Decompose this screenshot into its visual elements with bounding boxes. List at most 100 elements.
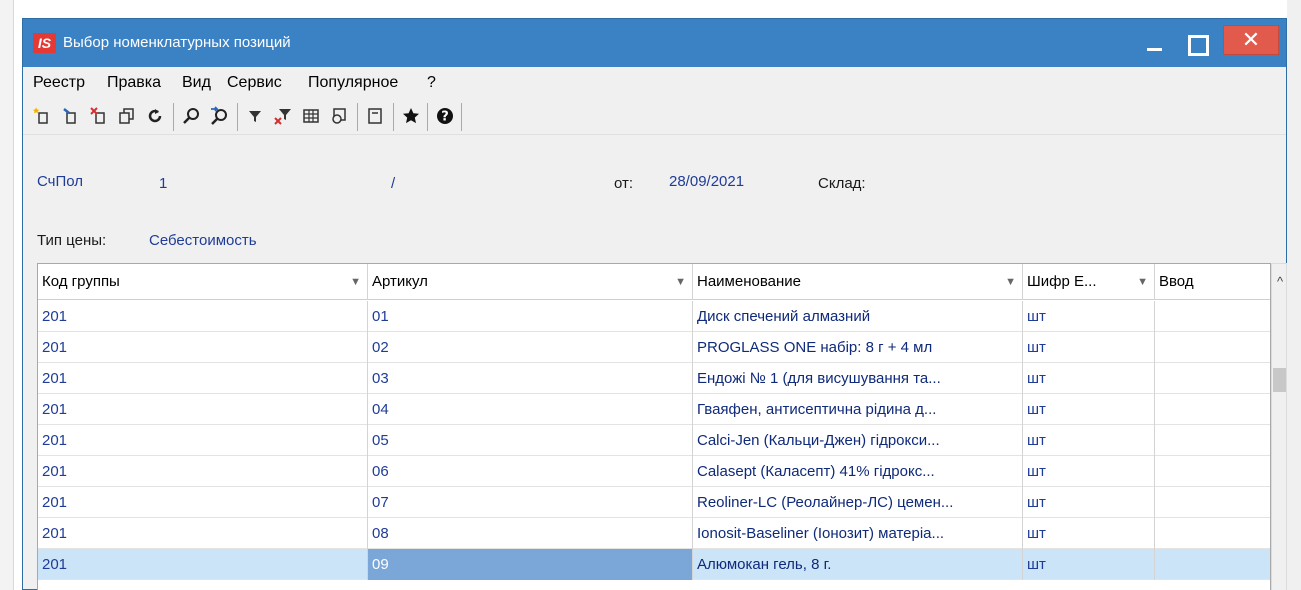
toolbar-separator	[237, 103, 238, 131]
scroll-up-icon[interactable]: ^	[1272, 264, 1288, 300]
cell-article: 06	[368, 456, 693, 487]
desktop-right	[1287, 0, 1301, 590]
column-group-code[interactable]: Код группы ▼	[38, 264, 368, 300]
window-title: Выбор номенклатурных позиций	[63, 34, 291, 51]
cell-input	[1155, 394, 1270, 425]
cell-name: PROGLASS ONE набір: 8 г + 4 мл	[693, 332, 1023, 363]
column-header-label: Наименование	[697, 273, 801, 290]
table-header: Код группы ▼ Артикул ▼ Наименование ▼ Шифр …	[38, 264, 1270, 300]
menu-popular[interactable]: Популярное	[308, 73, 398, 93]
filter-icon[interactable]	[243, 103, 267, 129]
cell-unit: шт	[1023, 487, 1155, 518]
table-row[interactable]: 201 02 PROGLASS ONE набір: 8 г + 4 мл шт	[38, 332, 1270, 363]
cell-name: Диск спечений алмазний	[693, 301, 1023, 332]
new-icon[interactable]	[31, 103, 55, 129]
cell-input	[1155, 363, 1270, 394]
doc-type-label: СчПол	[37, 173, 84, 190]
column-input[interactable]: Ввод	[1155, 264, 1270, 300]
cell-group-code: 201	[38, 518, 368, 549]
edit-icon[interactable]	[59, 103, 83, 129]
column-name[interactable]: Наименование ▼	[693, 264, 1023, 300]
app-logo-icon: IS	[33, 33, 56, 53]
cell-unit: шт	[1023, 363, 1155, 394]
cell-name: Ендожі № 1 (для висушування та...	[693, 363, 1023, 394]
cell-input	[1155, 425, 1270, 456]
cell-input	[1155, 301, 1270, 332]
warehouse-label: Склад:	[818, 175, 866, 192]
cell-unit: шт	[1023, 518, 1155, 549]
cell-name: Гваяфен, антисептична рідина д...	[693, 394, 1023, 425]
refresh-icon[interactable]	[143, 103, 167, 129]
column-article[interactable]: Артикул ▼	[368, 264, 693, 300]
cell-group-code: 201	[38, 549, 368, 580]
title-bar[interactable]: IS Выбор номенклатурных позиций ✕	[23, 19, 1286, 67]
cell-name: Ionosit-Baseliner (Іонозит) матеріа...	[693, 518, 1023, 549]
cell-article: 01	[368, 301, 693, 332]
cell-article: 08	[368, 518, 693, 549]
table-row[interactable]: 201 03 Ендожі № 1 (для висушування та...…	[38, 363, 1270, 394]
scrollbar-thumb[interactable]	[1273, 368, 1286, 392]
find-icon[interactable]	[179, 103, 203, 129]
toolbar: ?	[23, 99, 1286, 135]
cell-unit: шт	[1023, 456, 1155, 487]
cell-input	[1155, 487, 1270, 518]
cell-input	[1155, 549, 1270, 580]
menu-edit[interactable]: Правка	[107, 73, 161, 93]
table-row[interactable]: 201 08 Ionosit-Baseliner (Іонозит) матер…	[38, 518, 1270, 549]
table-row[interactable]: 201 05 Calci-Jen (Кальци-Джен) гідрокси.…	[38, 425, 1270, 456]
close-button[interactable]: ✕	[1223, 25, 1279, 55]
table-row[interactable]: 201 06 Calasept (Каласепт) 41% гідрокс..…	[38, 456, 1270, 487]
cell-unit: шт	[1023, 394, 1155, 425]
cell-name: Calci-Jen (Кальци-Джен) гідрокси...	[693, 425, 1023, 456]
cell-article: 05	[368, 425, 693, 456]
sort-arrow-icon[interactable]: ▼	[350, 264, 361, 300]
cell-unit: шт	[1023, 425, 1155, 456]
cell-article: 03	[368, 363, 693, 394]
menu-view[interactable]: Вид	[182, 73, 211, 93]
sort-arrow-icon[interactable]: ▼	[675, 264, 686, 300]
favorite-icon[interactable]	[399, 103, 423, 129]
maximize-button[interactable]	[1178, 27, 1214, 59]
minimize-button[interactable]	[1137, 27, 1173, 59]
menu-service[interactable]: Сервис	[227, 73, 282, 93]
toolbar-separator	[173, 103, 174, 131]
find-next-icon[interactable]	[207, 103, 231, 129]
table-row[interactable]: 201 01 Диск спечений алмазний шт	[38, 301, 1270, 332]
items-table: Код группы ▼ Артикул ▼ Наименование ▼ Шифр …	[37, 263, 1271, 590]
copy-icon[interactable]	[115, 103, 139, 129]
vertical-scrollbar[interactable]: ^	[1271, 263, 1287, 590]
price-type-label: Тип цены:	[37, 232, 107, 249]
menu-help[interactable]: ?	[427, 73, 436, 93]
menu-registry[interactable]: Реестр	[33, 73, 85, 93]
table-row[interactable]: 201 04 Гваяфен, антисептична рідина д...…	[38, 394, 1270, 425]
table-icon[interactable]	[299, 103, 323, 129]
cell-name: Reoliner-LC (Реолайнер-ЛС) цемен...	[693, 487, 1023, 518]
svg-text:?: ?	[441, 110, 449, 125]
dialog-window: IS Выбор номенклатурных позиций ✕ Реестр…	[22, 18, 1287, 590]
price-type-value: Себестоимость	[149, 232, 257, 249]
cell-name: Алюмокан гель, 8 г.	[693, 549, 1023, 580]
help-icon[interactable]: ?	[433, 103, 457, 129]
cell-unit: шт	[1023, 332, 1155, 363]
desktop-top	[0, 0, 1301, 18]
doc-date: 28/09/2021	[669, 173, 745, 190]
delete-icon[interactable]	[87, 103, 111, 129]
cell-group-code: 201	[38, 301, 368, 332]
cell-article-focused[interactable]: 09	[368, 549, 693, 580]
clear-filter-icon[interactable]	[271, 103, 295, 129]
cell-unit: шт	[1023, 549, 1155, 580]
table-row[interactable]: 201 07 Reoliner-LC (Реолайнер-ЛС) цемен.…	[38, 487, 1270, 518]
sort-arrow-icon[interactable]: ▼	[1137, 264, 1148, 300]
view-icon[interactable]	[327, 103, 351, 129]
cell-article: 04	[368, 394, 693, 425]
cell-group-code: 201	[38, 456, 368, 487]
column-unit[interactable]: Шифр Е... ▼	[1023, 264, 1155, 300]
cell-group-code: 201	[38, 332, 368, 363]
column-header-label: Ввод	[1159, 273, 1194, 290]
table-row-selected[interactable]: 201 09 Алюмокан гель, 8 г. шт	[38, 549, 1270, 580]
cell-input	[1155, 456, 1270, 487]
cell-unit: шт	[1023, 301, 1155, 332]
sort-arrow-icon[interactable]: ▼	[1005, 264, 1016, 300]
column-header-label: Код группы	[42, 273, 120, 290]
form-icon[interactable]	[363, 103, 387, 129]
